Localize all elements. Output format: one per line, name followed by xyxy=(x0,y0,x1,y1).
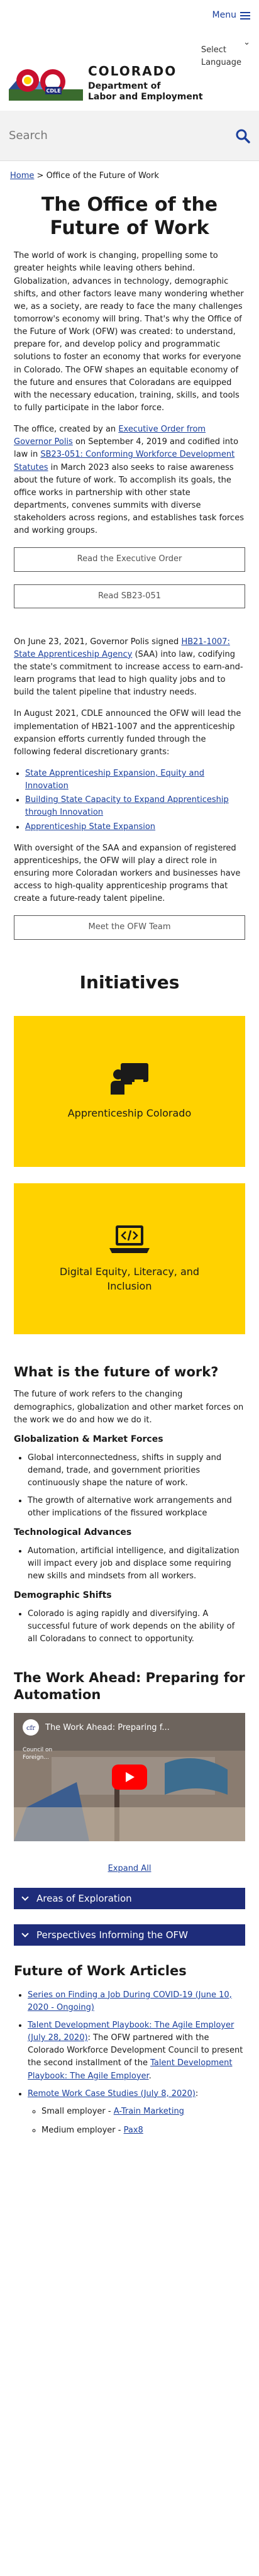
play-icon[interactable] xyxy=(112,1764,147,1790)
logo-line-3: Labor and Employment xyxy=(88,91,203,102)
list-item: Colorado is aging rapidly and diversifyi… xyxy=(28,1608,245,1646)
grant-link[interactable]: State Apprenticeship Expansion, Equity a… xyxy=(25,769,204,791)
card-label: Digital Equity, Literacy, and Inclusion xyxy=(59,1265,200,1292)
svg-text:CDLE: CDLE xyxy=(46,88,60,94)
expand-all-link[interactable]: Expand All xyxy=(0,1863,259,1875)
menu-label: Menu xyxy=(212,10,236,20)
section-intro: The future of work refers to the changin… xyxy=(14,1390,244,1425)
search-icon[interactable] xyxy=(235,128,250,143)
language-select[interactable]: Select Language ⌄ xyxy=(201,36,250,67)
grant-link[interactable]: Apprenticeship State Expansion xyxy=(25,822,155,832)
teacher-presentation-icon xyxy=(111,1063,148,1095)
breadcrumb-current: Office of the Future of Work xyxy=(46,171,159,181)
logo-line-2: Department of xyxy=(88,81,161,91)
list-item: Small employer - A-Train Marketing xyxy=(41,2105,245,2118)
initiatives-heading: Initiatives xyxy=(79,971,180,993)
list-item: Global interconnectedness, shifts in sup… xyxy=(28,1452,245,1490)
accordion-label: Areas of Exploration xyxy=(36,1892,132,1904)
group-title: Demographic Shifts xyxy=(14,1590,112,1601)
search-input[interactable]: Search xyxy=(9,127,48,145)
intro-paragraph-5: With oversight of the SAA and expansion … xyxy=(14,843,241,904)
chevron-down-icon xyxy=(21,1930,29,1938)
list-item: State Apprenticeship Expansion, Equity a… xyxy=(25,767,245,793)
logo-wordmark: COLORADO Department of Labor and Employm… xyxy=(88,62,203,103)
list-item: Remote Work Case Studies (July 8, 2020):… xyxy=(28,2088,245,2137)
accordion-areas-of-exploration[interactable]: Areas of Exploration xyxy=(14,1888,245,1910)
grants-list: State Apprenticeship Expansion, Equity a… xyxy=(14,767,245,834)
list-item: Medium employer - Pax8 xyxy=(41,2124,245,2137)
intro-section: The world of work is changing, propellin… xyxy=(0,250,259,940)
video-title[interactable]: The Work Ahead: Preparing f... xyxy=(45,1722,170,1734)
list-item: Talent Development Playbook: The Agile E… xyxy=(28,2019,245,2083)
apprenticeship-card[interactable]: Apprenticeship Colorado xyxy=(14,1015,245,1167)
intro-paragraph-4: In August 2021, CDLE announced the OFW w… xyxy=(14,709,241,757)
video-channel: Council on Foreign... xyxy=(23,1746,53,1761)
youtube-video-embed[interactable]: cfr The Work Ahead: Preparing f... Counc… xyxy=(14,1712,245,1841)
list-item: Automation, artificial intelligence, and… xyxy=(28,1545,245,1583)
laptop-code-icon xyxy=(109,1225,150,1253)
breadcrumb: Home > Office of the Future of Work xyxy=(0,161,259,194)
article-link[interactable]: Remote Work Case Studies (July 8, 2020) xyxy=(28,2089,196,2099)
language-bar: Select Language ⌄ xyxy=(0,29,259,67)
future-of-work-section: What is the future of work? The future o… xyxy=(0,1362,259,1646)
intro-paragraph-1: The world of work is changing, propellin… xyxy=(14,251,244,413)
group-title: Globalization & Market Forces xyxy=(14,1434,163,1444)
case-study-link[interactable]: Pax8 xyxy=(124,2126,143,2135)
search-bar[interactable]: Search xyxy=(0,111,259,161)
list-item: Apprenticeship State Expansion xyxy=(25,821,245,834)
top-bar: Menu xyxy=(0,0,259,29)
digital-equity-card[interactable]: Digital Equity, Literacy, and Inclusion xyxy=(14,1183,245,1334)
case-study-link[interactable]: A-Train Marketing xyxy=(114,2107,184,2116)
article-link[interactable]: Series on Finding a Job During COVID-19 … xyxy=(28,1990,232,2012)
chevron-down-icon xyxy=(21,1893,29,1901)
accordion-label: Perspectives Informing the OFW xyxy=(36,1929,188,1941)
card-label: Apprenticeship Colorado xyxy=(67,1107,192,1120)
accordion-perspectives[interactable]: Perspectives Informing the OFW xyxy=(14,1924,245,1946)
intro-paragraph-2: The office, created by an Executive Orde… xyxy=(14,425,244,536)
group-title: Technological Advances xyxy=(14,1527,132,1538)
section-heading: What is the future of work? xyxy=(14,1364,219,1380)
read-executive-order-button[interactable]: Read the Executive Order xyxy=(14,547,245,572)
breadcrumb-home-link[interactable]: Home xyxy=(10,171,34,181)
logo-line-1: COLORADO xyxy=(88,63,177,79)
breadcrumb-separator: > xyxy=(36,171,44,181)
section-heading: Future of Work Articles xyxy=(14,1963,187,1979)
articles-section: Future of Work Articles Series on Findin… xyxy=(0,1961,259,2137)
list-item: The growth of alternative work arrangeme… xyxy=(28,1495,245,1520)
svg-text:cfr: cfr xyxy=(26,1725,35,1732)
colorado-logo-icon: CDLE xyxy=(9,63,83,101)
video-heading: The Work Ahead: Preparing for Automation xyxy=(14,1670,245,1702)
grant-link[interactable]: Building State Capacity to Expand Appren… xyxy=(25,795,229,817)
menu-button[interactable]: Menu xyxy=(212,9,250,23)
hamburger-icon xyxy=(240,11,250,20)
read-sb23-051-button[interactable]: Read SB23-051 xyxy=(14,584,245,608)
list-item: Building State Capacity to Expand Appren… xyxy=(25,794,245,819)
intro-paragraph-3: On June 23, 2021, Governor Polis signed … xyxy=(14,637,243,698)
page-title: The Office of the Future of Work xyxy=(41,194,218,239)
list-item: Series on Finding a Job During COVID-19 … xyxy=(28,1989,245,2014)
meet-team-button[interactable]: Meet the OFW Team xyxy=(14,915,245,940)
